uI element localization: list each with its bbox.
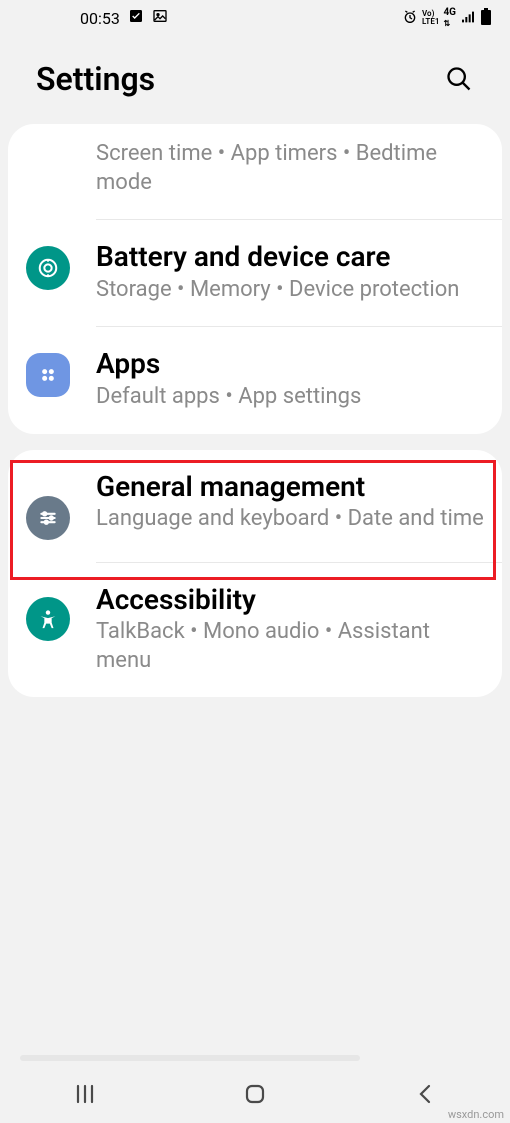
item-subtitle: Language and keyboard • Date and time <box>96 505 484 534</box>
network-indicator: 4G⇅ <box>443 7 456 29</box>
page-title: Settings <box>36 60 155 98</box>
general-management-icon <box>26 496 70 540</box>
navigation-bar <box>0 1065 510 1123</box>
item-title: Battery and device care <box>96 240 484 274</box>
nav-back-button[interactable] <box>365 1082 485 1106</box>
status-time: 00:53 <box>80 9 120 28</box>
volte-indicator: Vo)LTE1 <box>422 10 439 26</box>
search-button[interactable] <box>444 64 474 94</box>
search-icon <box>445 65 473 93</box>
settings-item-general[interactable]: General management Language and keyboard… <box>8 450 502 562</box>
battery-icon <box>480 8 492 29</box>
alarm-icon <box>402 9 418 28</box>
item-subtitle: Screen time • App timers • Bedtime mode <box>96 140 484 197</box>
image-icon <box>152 8 168 28</box>
item-title: General management <box>96 470 484 504</box>
item-subtitle: TalkBack • Mono audio • Assistant menu <box>96 618 484 675</box>
settings-item-digital-wellbeing[interactable]: Screen time • App timers • Bedtime mode <box>8 124 502 219</box>
apps-icon <box>26 353 70 397</box>
accessibility-icon <box>26 597 70 641</box>
item-subtitle: Storage • Memory • Device protection <box>96 276 484 305</box>
battery-care-icon <box>26 246 70 290</box>
settings-card-1: Screen time • App timers • Bedtime mode … <box>8 124 502 434</box>
status-bar: 00:53 Vo)LTE1 4G⇅ <box>0 0 510 36</box>
item-title: Apps <box>96 347 484 381</box>
page-header: Settings <box>0 36 510 124</box>
settings-card-2: General management Language and keyboard… <box>8 450 502 698</box>
signal-icon <box>460 9 476 28</box>
settings-item-battery[interactable]: Battery and device care Storage • Memory… <box>8 220 502 326</box>
watermark: wsxdn.com <box>448 1108 504 1121</box>
settings-item-apps[interactable]: Apps Default apps • App settings <box>8 327 502 433</box>
nav-home-button[interactable] <box>195 1082 315 1106</box>
item-title: Accessibility <box>96 583 484 617</box>
check-icon <box>128 8 144 28</box>
settings-item-accessibility[interactable]: Accessibility TalkBack • Mono audio • As… <box>8 563 502 698</box>
scrollbar[interactable] <box>20 1055 360 1061</box>
item-subtitle: Default apps • App settings <box>96 383 484 412</box>
nav-recents-button[interactable] <box>25 1084 145 1104</box>
